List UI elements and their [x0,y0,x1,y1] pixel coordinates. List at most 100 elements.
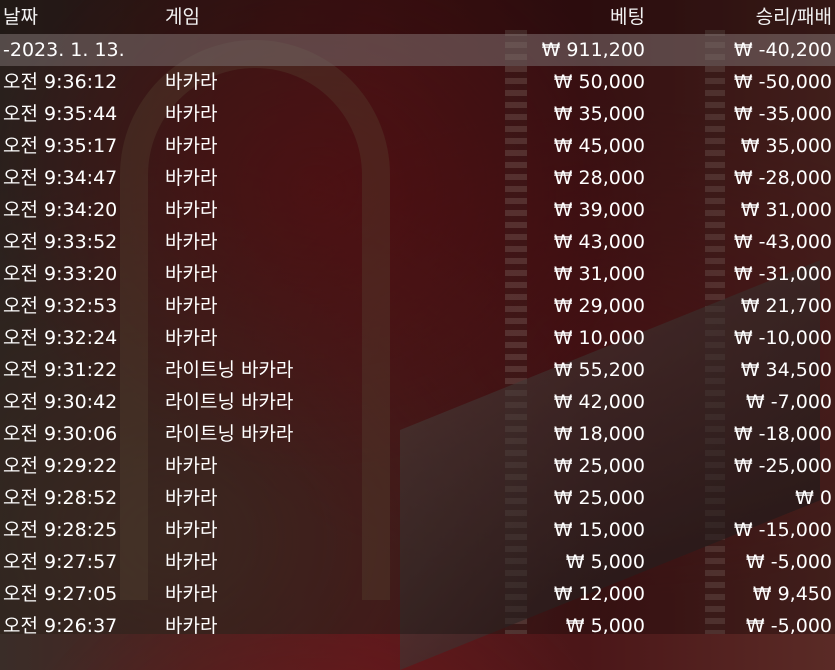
table-row[interactable]: 오전 9:33:52 바카라 ₩ 43,000 ₩ -43,000 [0,226,835,258]
row-game: 바카라 [165,615,218,637]
row-bet: ₩ 29,000 [553,295,645,317]
row-time: 오전 9:30:06 [3,423,118,445]
row-time: 오전 9:32:53 [3,295,118,317]
row-win-loss: ₩ 35,000 [740,135,832,157]
row-bet: ₩ 55,200 [553,359,645,381]
table-row[interactable]: 오전 9:28:52 바카라 ₩ 25,000 ₩ 0 [0,482,835,514]
table-row[interactable]: 오전 9:32:24 바카라 ₩ 10,000 ₩ -10,000 [0,322,835,354]
date-summary-row[interactable]: -2023. 1. 13. ₩ 911,200 ₩ -40,200 [0,34,835,66]
row-time: 오전 9:35:44 [3,103,118,125]
table-row[interactable]: 오전 9:34:20 바카라 ₩ 39,000 ₩ 31,000 [0,194,835,226]
row-time: 오전 9:32:24 [3,327,118,349]
row-game: 바카라 [165,327,218,349]
summary-date: -2023. 1. 13. [3,39,125,61]
row-win-loss: ₩ -25,000 [733,455,832,477]
table-row[interactable]: 오전 9:33:20 바카라 ₩ 31,000 ₩ -31,000 [0,258,835,290]
table-row[interactable]: 오전 9:34:47 바카라 ₩ 28,000 ₩ -28,000 [0,162,835,194]
row-win-loss: ₩ -7,000 [745,391,832,413]
history-rows: 오전 9:36:12 바카라 ₩ 50,000 ₩ -50,000 오전 9:35:44… [0,66,835,642]
row-game: 라이트닝 바카라 [165,391,294,413]
row-win-loss: ₩ -50,000 [733,71,832,93]
row-time: 오전 9:28:25 [3,519,118,541]
row-time: 오전 9:30:42 [3,391,118,413]
row-time: 오전 9:34:47 [3,167,118,189]
row-bet: ₩ 10,000 [553,327,645,349]
row-time: 오전 9:31:22 [3,359,118,381]
row-bet: ₩ 25,000 [553,455,645,477]
row-win-loss: ₩ -31,000 [733,263,832,285]
row-bet: ₩ 50,000 [553,71,645,93]
row-win-loss: ₩ -15,000 [733,519,832,541]
row-bet: ₩ 39,000 [553,199,645,221]
summary-bet: ₩ 911,200 [541,39,645,61]
row-game: 바카라 [165,71,218,93]
row-game: 바카라 [165,103,218,125]
table-row[interactable]: 오전 9:32:53 바카라 ₩ 29,000 ₩ 21,700 [0,290,835,322]
row-time: 오전 9:33:20 [3,263,118,285]
row-time: 오전 9:33:52 [3,231,118,253]
row-game: 바카라 [165,135,218,157]
row-win-loss: ₩ 34,500 [740,359,832,381]
row-time: 오전 9:36:12 [3,71,118,93]
table-row[interactable]: 오전 9:35:17 바카라 ₩ 45,000 ₩ 35,000 [0,130,835,162]
row-win-loss: ₩ 0 [795,487,832,509]
table-row[interactable]: 오전 9:35:44 바카라 ₩ 35,000 ₩ -35,000 [0,98,835,130]
row-bet: ₩ 43,000 [553,231,645,253]
row-time: 오전 9:28:52 [3,487,118,509]
header-date: 날짜 [3,6,38,28]
row-game: 바카라 [165,263,218,285]
row-win-loss: ₩ -28,000 [733,167,832,189]
header-game: 게임 [165,6,200,28]
row-win-loss: ₩ -5,000 [745,615,832,637]
row-win-loss: ₩ -18,000 [733,423,832,445]
row-time: 오전 9:35:17 [3,135,118,157]
summary-win-loss: ₩ -40,200 [733,39,832,61]
row-win-loss: ₩ 31,000 [740,199,832,221]
row-win-loss: ₩ -10,000 [733,327,832,349]
table-row[interactable]: 오전 9:28:25 바카라 ₩ 15,000 ₩ -15,000 [0,514,835,546]
row-win-loss: ₩ 9,450 [752,583,832,605]
table-row[interactable]: 오전 9:30:06 라이트닝 바카라 ₩ 18,000 ₩ -18,000 [0,418,835,450]
table-row[interactable]: 오전 9:29:22 바카라 ₩ 25,000 ₩ -25,000 [0,450,835,482]
row-game: 바카라 [165,199,218,221]
row-win-loss: ₩ -5,000 [745,551,832,573]
row-game: 바카라 [165,167,218,189]
header-win-loss: 승리/패배 [755,6,832,28]
table-row[interactable]: 오전 9:30:42 라이트닝 바카라 ₩ 42,000 ₩ -7,000 [0,386,835,418]
row-time: 오전 9:29:22 [3,455,118,477]
table-row[interactable]: 오전 9:27:05 바카라 ₩ 12,000 ₩ 9,450 [0,578,835,610]
row-bet: ₩ 42,000 [553,391,645,413]
row-game: 바카라 [165,231,218,253]
row-game: 라이트닝 바카라 [165,423,294,445]
row-bet: ₩ 18,000 [553,423,645,445]
row-win-loss: ₩ 21,700 [740,295,832,317]
row-game: 바카라 [165,519,218,541]
table-row[interactable]: 오전 9:36:12 바카라 ₩ 50,000 ₩ -50,000 [0,66,835,98]
row-bet: ₩ 31,000 [553,263,645,285]
row-win-loss: ₩ -43,000 [733,231,832,253]
row-time: 오전 9:26:37 [3,615,118,637]
row-bet: ₩ 35,000 [553,103,645,125]
row-bet: ₩ 5,000 [565,551,645,573]
row-time: 오전 9:34:20 [3,199,118,221]
table-row[interactable]: 오전 9:26:37 바카라 ₩ 5,000 ₩ -5,000 [0,610,835,642]
row-bet: ₩ 28,000 [553,167,645,189]
row-game: 바카라 [165,551,218,573]
table-row[interactable]: 오전 9:27:57 바카라 ₩ 5,000 ₩ -5,000 [0,546,835,578]
row-game: 바카라 [165,583,218,605]
row-game: 바카라 [165,487,218,509]
header-bet: 베팅 [610,6,645,28]
history-table: 날짜 게임 베팅 승리/패배 -2023. 1. 13. ₩ 911,200 ₩… [0,0,835,642]
row-bet: ₩ 15,000 [553,519,645,541]
table-header: 날짜 게임 베팅 승리/패배 [0,0,835,34]
row-game: 바카라 [165,295,218,317]
row-bet: ₩ 25,000 [553,487,645,509]
row-game: 바카라 [165,455,218,477]
table-row[interactable]: 오전 9:31:22 라이트닝 바카라 ₩ 55,200 ₩ 34,500 [0,354,835,386]
row-bet: ₩ 12,000 [553,583,645,605]
row-bet: ₩ 45,000 [553,135,645,157]
row-game: 라이트닝 바카라 [165,359,294,381]
row-time: 오전 9:27:05 [3,583,118,605]
row-time: 오전 9:27:57 [3,551,118,573]
row-win-loss: ₩ -35,000 [733,103,832,125]
